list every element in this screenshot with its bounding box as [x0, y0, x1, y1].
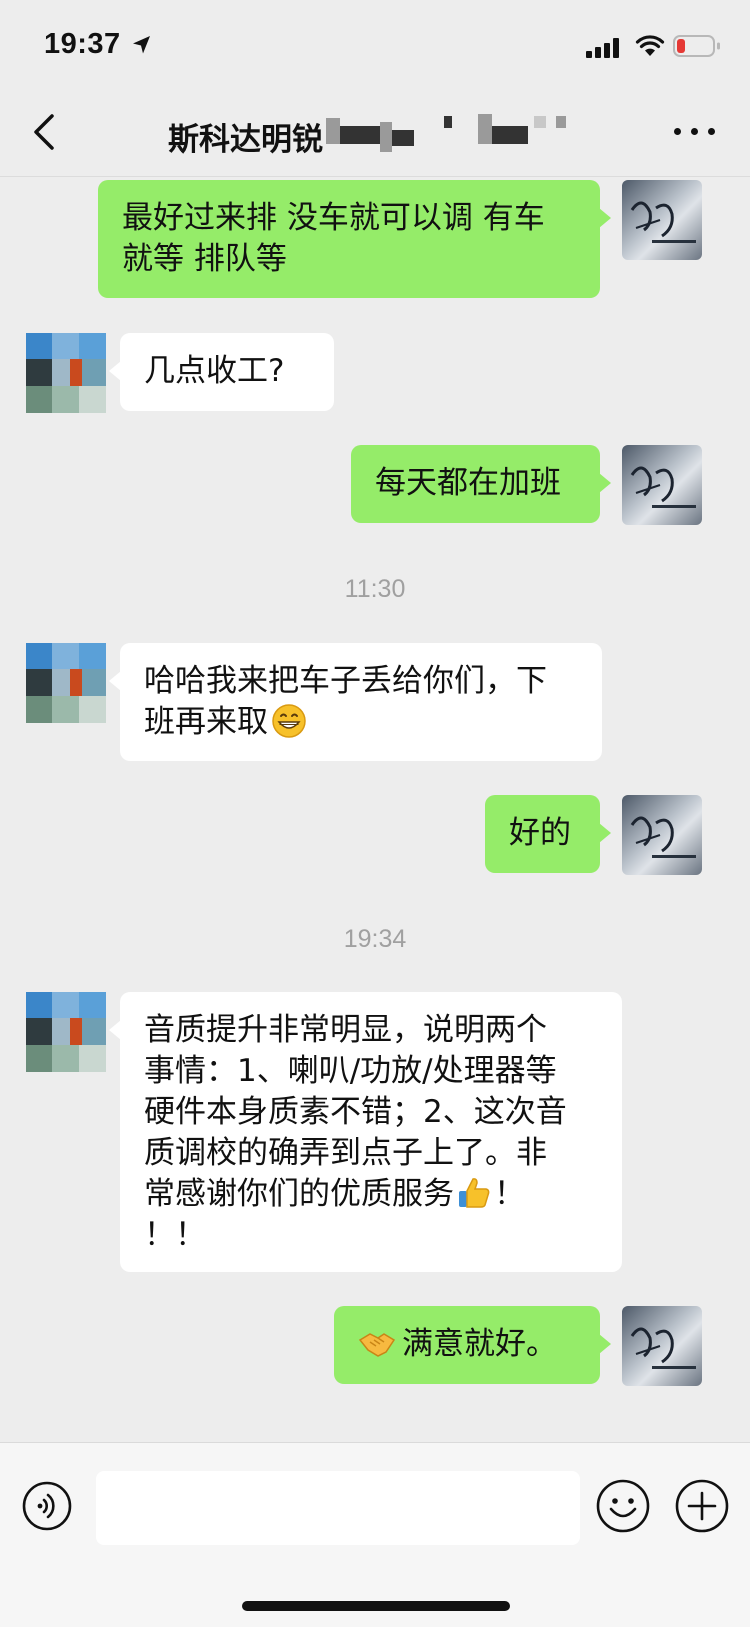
avatar-calligraphy-logo: [630, 816, 696, 858]
message-bubble-outgoing[interactable]: 每天都在加班: [351, 445, 611, 523]
message-text: 最好过来排 没车就可以调 有车 就等 排队等: [122, 200, 545, 277]
avatar-me[interactable]: [622, 795, 702, 875]
back-chevron-icon[interactable]: [26, 110, 66, 154]
message-bubble-outgoing[interactable]: 好的: [485, 795, 611, 873]
battery-icon: [673, 35, 720, 57]
status-bar: 19:37: [0, 0, 750, 88]
more-options-icon[interactable]: [670, 116, 720, 148]
avatar-calligraphy-logo: [630, 201, 696, 243]
message-bubble-incoming[interactable]: 音质提升非常明显，说明两个 事情：1、喇叭/功放/处理器等 硬件本身质素不错；2…: [109, 992, 622, 1272]
message-bubble-incoming[interactable]: 哈哈我来把车子丢给你们，下 班再来取: [109, 643, 602, 761]
message-text: 好的: [509, 815, 571, 851]
status-time: 19:37: [44, 28, 121, 60]
chat-timestamp: 19:34: [343, 925, 407, 953]
message-bubble-incoming[interactable]: 几点收工?: [109, 333, 334, 411]
chat-header: 斯科达明锐: [0, 88, 750, 177]
avatar-calligraphy-logo: [630, 466, 696, 508]
chat-timestamp: 11:30: [344, 575, 406, 603]
message-input-bar: [0, 1442, 750, 1627]
message-bubble-outgoing[interactable]: 满意就好。: [334, 1306, 611, 1384]
avatar-contact[interactable]: [26, 333, 106, 413]
handshake-emoji-icon: [358, 1332, 396, 1357]
message-bubble-outgoing[interactable]: 最好过来排 没车就可以调 有车 就等 排队等: [98, 180, 611, 298]
message-text-input[interactable]: [96, 1471, 580, 1545]
message-text: 每天都在加班: [375, 465, 561, 501]
cellular-signal-icon: [586, 38, 619, 58]
avatar-contact[interactable]: [26, 643, 106, 723]
thumbs-up-emoji-icon: [459, 1177, 490, 1208]
voice-input-icon[interactable]: [22, 1481, 72, 1531]
location-arrow-icon: [133, 36, 150, 54]
add-attachment-icon[interactable]: [675, 1479, 729, 1533]
message-text: 哈哈我来把车子丢给你们，下 班再来取: [144, 663, 547, 740]
message-text: 几点收工?: [144, 353, 285, 389]
grinning-face-emoji-icon: [272, 703, 306, 738]
wifi-icon: [635, 35, 665, 56]
chat-title: 斯科达明锐: [168, 122, 323, 157]
avatar-calligraphy-logo: [630, 1327, 696, 1369]
avatar-contact[interactable]: [26, 992, 106, 1072]
avatar-me[interactable]: [622, 445, 702, 525]
home-indicator[interactable]: [242, 1601, 510, 1611]
avatar-me[interactable]: [622, 180, 702, 260]
avatar-me[interactable]: [622, 1306, 702, 1386]
message-text: 满意就好。: [402, 1326, 557, 1362]
emoji-picker-icon[interactable]: [596, 1479, 650, 1533]
